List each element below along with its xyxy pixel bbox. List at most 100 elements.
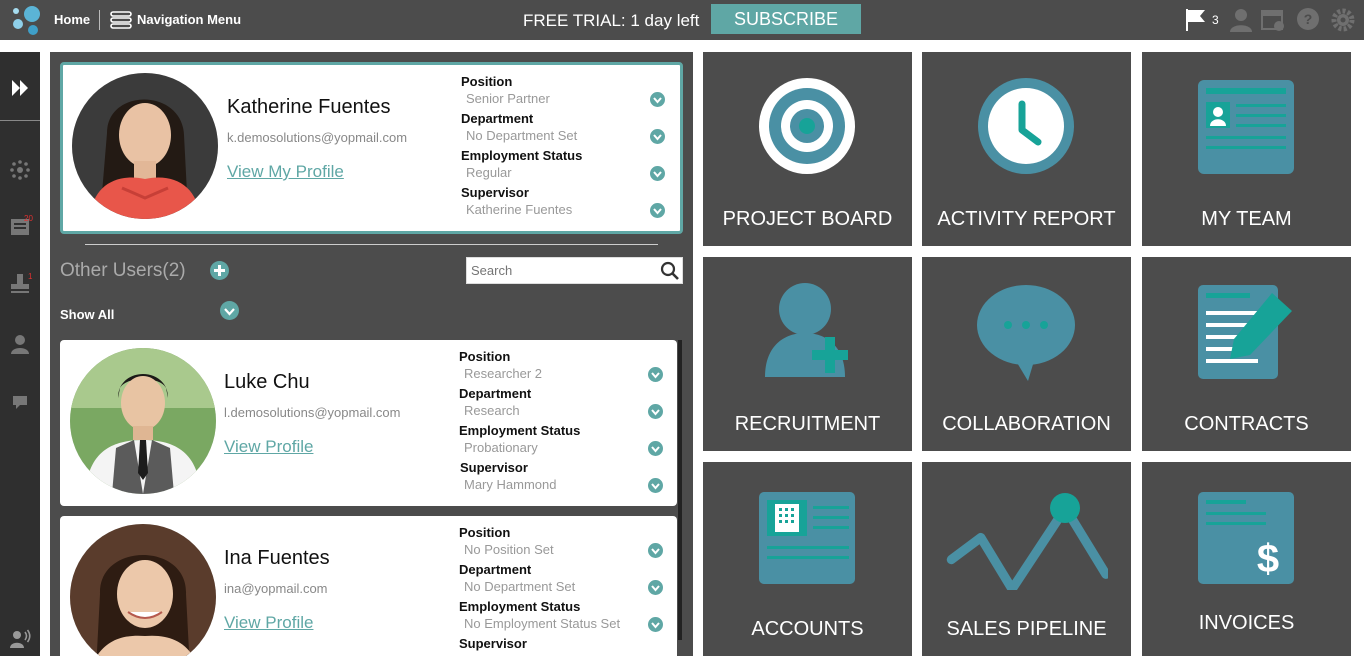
tile-label: PROJECT BOARD (722, 208, 893, 230)
employment-status-dropdown-icon[interactable] (648, 617, 663, 632)
supervisor-label: Supervisor (461, 185, 529, 200)
chat-bubble-icon (977, 285, 1075, 381)
flag-count-badge: 3 (1212, 13, 1219, 27)
document-pen-icon (1198, 285, 1292, 379)
tile-label: RECRUITMENT (734, 413, 881, 435)
target-icon (759, 78, 855, 174)
department-label: Department (459, 562, 532, 577)
trial-status: FREE TRIAL: 1 day left (523, 11, 700, 30)
position-dropdown-icon[interactable] (648, 367, 663, 382)
position-label: Position (459, 525, 511, 540)
user-list-scrollbar[interactable] (678, 340, 682, 640)
department-value: Research (464, 403, 520, 418)
user-profile-icon[interactable] (1228, 7, 1254, 33)
position-label: Position (461, 74, 513, 89)
department-label: Department (459, 386, 532, 401)
building-document-icon (759, 492, 855, 584)
tile-label: COLLABORATION (942, 413, 1111, 435)
add-user-icon[interactable] (210, 261, 229, 280)
tile-activity-report[interactable]: ACTIVITY REPORT (922, 52, 1131, 246)
top-bar: Home Navigation Menu FREE TRIAL: 1 day l… (0, 0, 1364, 40)
employment-status-dropdown-icon[interactable] (650, 166, 665, 181)
position-value: Researcher 2 (464, 366, 543, 381)
supervisor-dropdown-icon[interactable] (648, 478, 663, 493)
view-profile-link[interactable]: View Profile (224, 613, 313, 633)
id-card-icon (1198, 80, 1294, 174)
home-link[interactable]: Home (54, 12, 90, 27)
svg-text:?: ? (1304, 11, 1313, 27)
current-user-card: Katherine Fuentes k.demosolutions@yopmai… (60, 62, 683, 234)
supervisor-label: Supervisor (459, 636, 527, 651)
department-label: Department (461, 111, 534, 126)
tile-label: INVOICES (1198, 612, 1295, 634)
position-dropdown-icon[interactable] (650, 92, 665, 107)
flag-icon[interactable] (1183, 7, 1209, 33)
tile-sales-pipeline[interactable]: SALES PIPELINE (922, 462, 1131, 656)
position-label: Position (459, 349, 511, 364)
subscribe-button[interactable]: SUBSCRIBE (711, 4, 861, 34)
position-dropdown-icon[interactable] (648, 543, 663, 558)
current-user-name: Katherine Fuentes (227, 96, 391, 118)
employment-status-value: Regular (466, 165, 512, 180)
tile-collaboration[interactable]: COLLABORATION (922, 257, 1131, 451)
show-all-filter[interactable]: Show All (60, 307, 114, 322)
employment-status-value: Probationary (464, 440, 538, 455)
other-users-title: Other Users(2) (60, 260, 186, 281)
tile-my-team[interactable]: MY TEAM (1142, 52, 1351, 246)
tile-recruitment[interactable]: RECRUITMENT (703, 257, 912, 451)
employment-status-label: Employment Status (459, 423, 581, 438)
gear-icon[interactable] (1330, 7, 1356, 33)
employment-status-value: No Employment Status Set (464, 616, 621, 631)
supervisor-value: Katherine Fuentes (466, 202, 573, 217)
department-value: No Department Set (466, 128, 578, 143)
user-card: Luke Chu l.demosolutions@yopmail.com Vie… (60, 340, 677, 506)
navigation-menu-link[interactable]: Navigation Menu (137, 12, 241, 27)
tile-label: ACTIVITY REPORT (937, 208, 1116, 230)
employment-status-label: Employment Status (461, 148, 583, 163)
broadcast-user-icon[interactable] (8, 626, 32, 650)
employment-status-dropdown-icon[interactable] (648, 441, 663, 456)
dashboard-dots-icon[interactable] (8, 158, 32, 182)
user-name: Luke Chu (224, 371, 310, 393)
line-trend-icon (946, 493, 1108, 590)
view-profile-link[interactable]: View Profile (224, 437, 313, 457)
user-name: Ina Fuentes (224, 547, 330, 569)
svg-text:$: $ (1257, 537, 1279, 581)
department-dropdown-icon[interactable] (648, 580, 663, 595)
tile-contracts[interactable]: CONTRACTS (1142, 257, 1351, 451)
person-icon[interactable] (8, 332, 32, 356)
expand-sidebar-icon[interactable] (8, 76, 32, 100)
approvals-count-badge: 1 (28, 272, 33, 281)
supervisor-dropdown-icon[interactable] (650, 203, 665, 218)
messages-count-badge: 20 (24, 214, 33, 223)
position-value: Senior Partner (466, 91, 550, 106)
add-person-icon (765, 283, 848, 377)
position-value: No Position Set (464, 542, 554, 557)
dollar-document-icon: $ (1198, 492, 1294, 584)
department-dropdown-icon[interactable] (650, 129, 665, 144)
sidebar-divider (0, 120, 40, 121)
show-all-dropdown-icon[interactable] (220, 301, 239, 320)
calendar-settings-icon[interactable] (1260, 7, 1286, 33)
user-avatar[interactable] (70, 524, 216, 656)
user-email: ina@yopmail.com (224, 581, 328, 596)
topbar-divider (99, 10, 100, 30)
clock-icon (978, 78, 1074, 174)
tile-label: ACCOUNTS (751, 618, 864, 640)
help-icon[interactable]: ? (1295, 7, 1321, 33)
menu-icon[interactable] (110, 9, 132, 31)
current-user-avatar[interactable] (72, 73, 218, 219)
tile-label: MY TEAM (1201, 208, 1292, 230)
chat-icon[interactable] (8, 390, 32, 414)
app-logo-icon[interactable] (8, 4, 44, 36)
search-icon[interactable] (660, 261, 680, 281)
tile-label: SALES PIPELINE (946, 618, 1107, 640)
tile-accounts[interactable]: ACCOUNTS (703, 462, 912, 656)
department-dropdown-icon[interactable] (648, 404, 663, 419)
tile-project-board[interactable]: PROJECT BOARD (703, 52, 912, 246)
tile-label: CONTRACTS (1184, 413, 1309, 435)
user-avatar[interactable] (70, 348, 216, 494)
view-my-profile-link[interactable]: View My Profile (227, 162, 344, 182)
user-search-input[interactable] (467, 258, 657, 283)
tile-invoices[interactable]: $ INVOICES (1142, 462, 1351, 656)
